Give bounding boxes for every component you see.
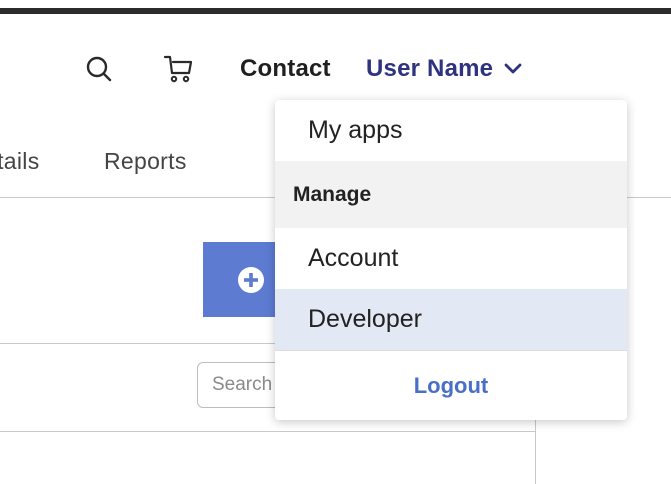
contact-link[interactable]: Contact (240, 54, 331, 84)
tab-reports[interactable]: Reports (104, 146, 187, 176)
cart-icon[interactable] (162, 53, 194, 85)
menu-item-my-apps[interactable]: My apps (275, 100, 627, 161)
menu-item-developer[interactable]: Developer (275, 289, 627, 350)
plus-circle-icon (238, 267, 264, 293)
search-icon[interactable] (84, 55, 114, 85)
menu-item-account[interactable]: Account (275, 228, 627, 289)
user-name-label: User Name (366, 55, 494, 82)
panel-border-bottom (0, 431, 535, 432)
user-dropdown-menu: My apps Manage Account Developer Logout (275, 100, 627, 420)
menu-section-manage: Manage (275, 161, 627, 228)
top-border (0, 8, 671, 14)
tab-details[interactable]: etails (0, 146, 40, 176)
chevron-down-icon (504, 63, 522, 74)
user-menu-toggle[interactable]: User Name (366, 54, 523, 84)
logout-button[interactable]: Logout (275, 351, 627, 420)
